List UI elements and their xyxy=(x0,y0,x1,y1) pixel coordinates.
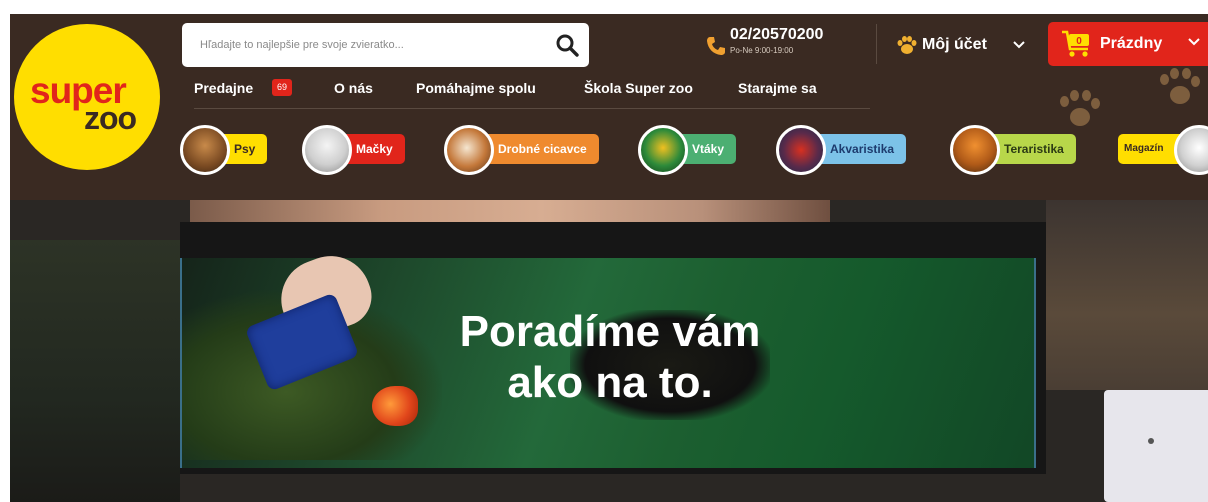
cart-count: 0 xyxy=(1076,36,1082,47)
cat-icon xyxy=(302,125,352,175)
hero-headline-line1: Poradíme vám xyxy=(459,307,761,356)
account-label: Môj účet xyxy=(922,36,987,53)
site-header: super zoo 02/20570200 Po-Ne 9:00-19:00 xyxy=(10,14,1208,200)
header-divider xyxy=(876,24,877,64)
phone-number: 02/20570200 xyxy=(730,26,824,43)
paw-decoration-icon xyxy=(1156,66,1202,112)
magazine-icon xyxy=(1174,125,1208,175)
hero-top-strip xyxy=(190,200,830,222)
nav-item-starajme-sa[interactable]: Starajme sa xyxy=(738,80,817,96)
nav-item-o-nas[interactable]: O nás xyxy=(334,80,373,96)
logo-text-zoo: zoo xyxy=(84,100,137,136)
nav-item-skola-super-zoo[interactable]: Škola Super zoo xyxy=(584,80,693,96)
reptile-icon xyxy=(950,125,1000,175)
search-input[interactable] xyxy=(200,34,540,56)
store-count-badge: 69 xyxy=(272,79,292,96)
hero-headline: Poradíme vám ako na to. xyxy=(440,306,780,408)
phone-hours: Po-Ne 9:00-19:00 xyxy=(730,46,794,55)
hero-shelf-decoration xyxy=(10,240,180,502)
nav-underline xyxy=(194,108,870,109)
nav-item-pomahajme-spolu[interactable]: Pomáhajme spolu xyxy=(416,80,536,96)
search-bar xyxy=(182,23,589,67)
cart-label: Prázdny xyxy=(1100,35,1163,52)
fish-icon xyxy=(776,125,826,175)
page-top-margin xyxy=(0,0,1208,14)
phone-icon xyxy=(707,37,725,55)
account-menu[interactable]: Môj účet xyxy=(896,31,1025,59)
paw-icon xyxy=(897,36,917,54)
bird-icon xyxy=(638,125,688,175)
paw-decoration-icon xyxy=(1056,88,1102,134)
page: super zoo 02/20570200 Po-Ne 9:00-19:00 xyxy=(0,0,1208,502)
main-nav: Predajne 69 O nás Pomáhajme spolu Škola … xyxy=(194,79,874,108)
logo[interactable]: super zoo xyxy=(14,24,160,170)
cart-icon: 0 xyxy=(1062,30,1089,57)
hero-banner[interactable]: Poradíme vám ako na to. xyxy=(10,200,1208,502)
chevron-down-icon xyxy=(1188,38,1200,46)
guinea-pig-icon xyxy=(444,125,494,175)
hero-headline-line2: ako na to. xyxy=(507,358,713,408)
cart-button[interactable]: 0 Prázdny xyxy=(1048,22,1208,66)
dog-icon xyxy=(180,125,230,175)
fish-image xyxy=(372,386,418,426)
hero-wall-decoration xyxy=(1046,200,1208,390)
nav-item-predajne[interactable]: Predajne xyxy=(194,80,253,96)
search-icon[interactable] xyxy=(555,33,579,57)
dresser-image xyxy=(1104,390,1208,502)
phone-contact[interactable]: 02/20570200 Po-Ne 9:00-19:00 xyxy=(704,24,854,64)
page-left-margin xyxy=(0,0,10,502)
chevron-down-icon xyxy=(1013,41,1025,49)
